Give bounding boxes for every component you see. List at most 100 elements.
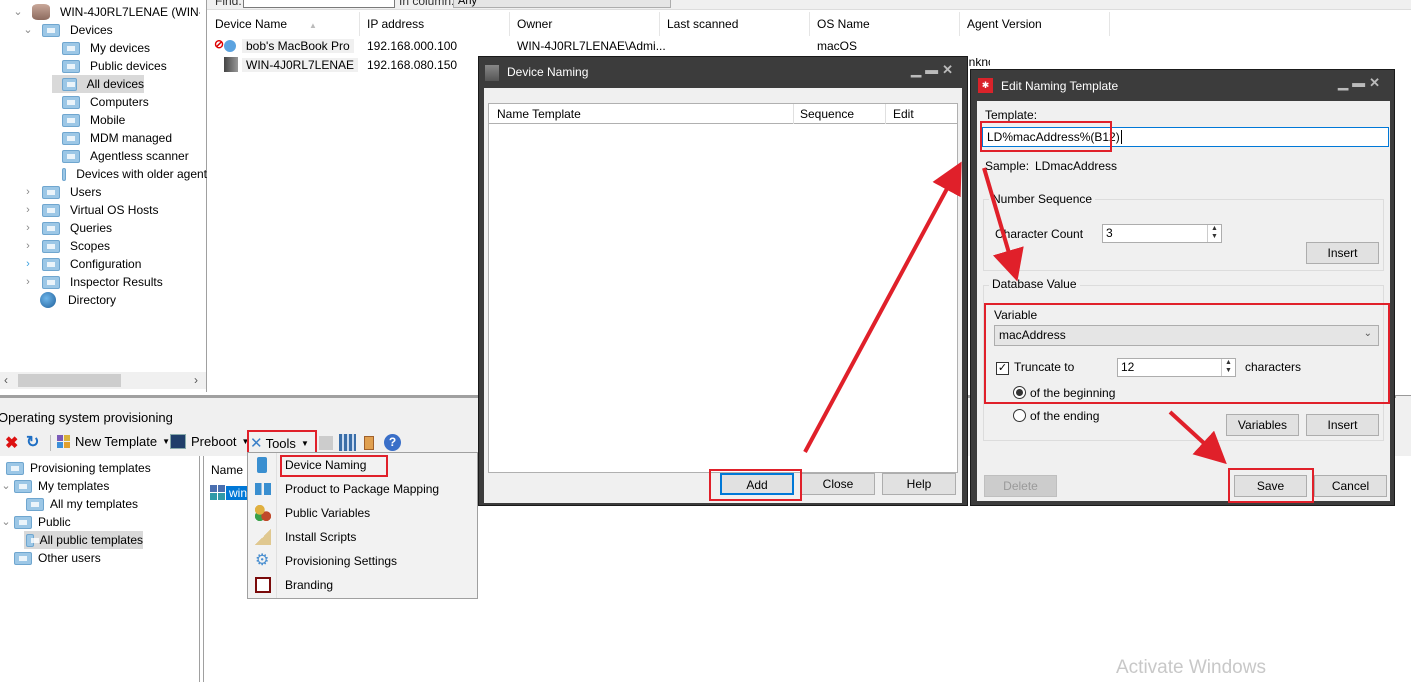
column-header-sequence[interactable]: Sequence [800, 107, 854, 121]
chevron-down-icon[interactable]: ⌄ [0, 513, 12, 531]
refresh-icon[interactable]: ↻ [26, 432, 39, 452]
find-input[interactable] [243, 0, 395, 8]
window-controls: ▁▬✕ [1338, 75, 1384, 91]
tree-label: Public [38, 515, 71, 529]
help-button[interactable]: Help [882, 473, 956, 495]
tree-item-my-devices[interactable]: My devices [62, 39, 150, 57]
folder-icon [62, 59, 80, 73]
menu-item-public-variables[interactable]: Public Variables [248, 501, 477, 525]
tree-item-virtual-os-hosts[interactable]: › Virtual OS Hosts [22, 201, 158, 219]
column-header-agent-version[interactable]: Agent Version [960, 12, 1110, 36]
chevron-right-icon[interactable]: › [22, 219, 34, 237]
scroll-left-icon[interactable]: ‹ [4, 373, 8, 387]
tree-item-public-devices[interactable]: Public devices [62, 57, 167, 75]
tree-item-other-users[interactable]: Other users [14, 549, 101, 567]
tree-item-all-my-templates[interactable]: All my templates [26, 495, 138, 513]
horizontal-scrollbar[interactable]: ‹ › [0, 372, 206, 389]
spinner-arrows-icon[interactable]: ▲ ▼ [1207, 225, 1221, 242]
provisioning-toolbar: ✖ ↻ New Template ▼ Preboot ▼ ✕ Tools ▼ ? [0, 432, 420, 454]
chevron-right-icon[interactable]: › [22, 237, 34, 255]
scroll-right-icon[interactable]: › [194, 373, 198, 387]
maximize-icon[interactable]: ▬ [1352, 75, 1369, 90]
export-icon[interactable] [364, 436, 374, 450]
sequence-insert-button[interactable]: Insert [1306, 242, 1379, 264]
chevron-down-icon[interactable]: ⌄ [0, 477, 12, 495]
column-header-os-name[interactable]: OS Name [810, 12, 960, 36]
network-view-tree: ⌄ WIN-4J0RL7LENAE (WIN-4J0RL7LENAE) ⌄ De… [0, 0, 207, 392]
menu-item-provisioning-settings[interactable]: ⚙ Provisioning Settings [248, 549, 477, 573]
menu-item-branding[interactable]: Branding [248, 573, 477, 597]
tree-item-agentless-scanner[interactable]: Agentless scanner [62, 147, 189, 165]
tree-item-computers[interactable]: Computers [62, 93, 149, 111]
activate-windows-watermark: Activate Windows [1116, 657, 1266, 678]
delete-button[interactable]: Delete [984, 475, 1057, 497]
device-naming-icon [485, 65, 499, 81]
template-list: Name win [203, 456, 251, 682]
preboot-button[interactable]: Preboot ▼ [170, 434, 249, 449]
column-label: Last scanned [667, 17, 739, 31]
close-icon[interactable]: ✕ [1369, 75, 1384, 90]
table-row[interactable]: ⊘ bob's MacBook Pro 192.168.000.100 WIN-… [208, 36, 1411, 54]
new-template-label: New Template [75, 434, 158, 449]
tree-item-users[interactable]: › Users [22, 183, 101, 201]
column-header-ip[interactable]: IP address [360, 12, 510, 36]
tree-item-queries[interactable]: › Queries [22, 219, 112, 237]
tree-item-directory[interactable]: Directory [40, 291, 116, 309]
chevron-right-icon[interactable]: › [22, 273, 34, 291]
annotation-box-template [980, 121, 1112, 152]
column-header-device-name[interactable]: Device Name ▲ [208, 12, 360, 36]
column-divider [885, 104, 886, 124]
character-count-spinner[interactable]: 3 ▲ ▼ [1102, 224, 1222, 243]
schedule-icon[interactable] [339, 434, 356, 451]
tree-item-all-devices[interactable]: All devices [52, 75, 144, 93]
chevron-right-icon[interactable]: › [22, 183, 34, 201]
close-button[interactable]: Close [801, 473, 875, 495]
tree-item-older-agent[interactable]: Devices with older agent [62, 165, 207, 183]
column-header-name-template[interactable]: Name Template [497, 107, 581, 121]
chevron-down-icon[interactable]: ⌄ [22, 21, 34, 39]
tree-item-public[interactable]: ⌄ Public [0, 513, 71, 531]
help-icon[interactable]: ? [384, 434, 401, 451]
in-column-label: In column: [399, 0, 455, 8]
column-header-edit[interactable]: Edit [893, 107, 914, 121]
menu-item-product-package-mapping[interactable]: Product to Package Mapping [248, 477, 477, 501]
copy-icon[interactable] [319, 436, 333, 450]
radio-ending[interactable] [1013, 409, 1026, 422]
variables-button[interactable]: Variables [1226, 414, 1299, 436]
chevron-down-icon[interactable]: ⌄ [12, 3, 24, 21]
tree-item-provisioning-templates[interactable]: Provisioning templates [6, 459, 151, 477]
scrollbar-thumb[interactable] [18, 374, 121, 387]
tree-item-all-public-templates[interactable]: All public templates [24, 531, 143, 549]
maximize-icon[interactable]: ▬ [925, 62, 942, 77]
tree-devices[interactable]: ⌄ Devices [22, 21, 112, 39]
chevron-right-icon[interactable]: › [22, 255, 34, 273]
delete-icon[interactable]: ✖ [5, 433, 18, 453]
minimize-icon[interactable]: ▁ [911, 62, 925, 77]
tree-item-scopes[interactable]: › Scopes [22, 237, 110, 255]
tree-item-inspector-results[interactable]: › Inspector Results [22, 273, 163, 291]
tree-item-mobile[interactable]: Mobile [62, 111, 125, 129]
variable-insert-button[interactable]: Insert [1306, 414, 1379, 436]
radio-ending-label: of the ending [1030, 409, 1100, 423]
column-header-owner[interactable]: Owner [510, 12, 660, 36]
tree-root[interactable]: ⌄ WIN-4J0RL7LENAE (WIN-4J0RL7LENAE) [12, 3, 200, 21]
template-list-item[interactable]: win [210, 485, 251, 500]
folder-icon [62, 149, 80, 163]
column-header-name[interactable]: Name [211, 463, 243, 477]
cancel-button[interactable]: Cancel [1314, 475, 1387, 497]
column-select[interactable]: Any [453, 0, 671, 8]
tree-label: Directory [68, 293, 117, 307]
new-template-button[interactable]: New Template ▼ [57, 434, 170, 449]
tree-item-configuration[interactable]: › Configuration [22, 255, 141, 273]
column-header-last-scanned[interactable]: Last scanned [660, 12, 810, 36]
chevron-right-icon[interactable]: › [22, 201, 34, 219]
menu-item-install-scripts[interactable]: Install Scripts [248, 525, 477, 549]
minimize-icon[interactable]: ▁ [1338, 75, 1352, 90]
tree-item-my-templates[interactable]: ⌄ My templates [0, 477, 109, 495]
tree-item-mdm-managed[interactable]: MDM managed [62, 129, 172, 147]
folder-icon [14, 551, 32, 565]
column-select-value: Any [458, 0, 477, 7]
tree-label: Scopes [70, 239, 111, 253]
close-icon[interactable]: ✕ [942, 62, 957, 77]
folder-icon [26, 533, 39, 547]
